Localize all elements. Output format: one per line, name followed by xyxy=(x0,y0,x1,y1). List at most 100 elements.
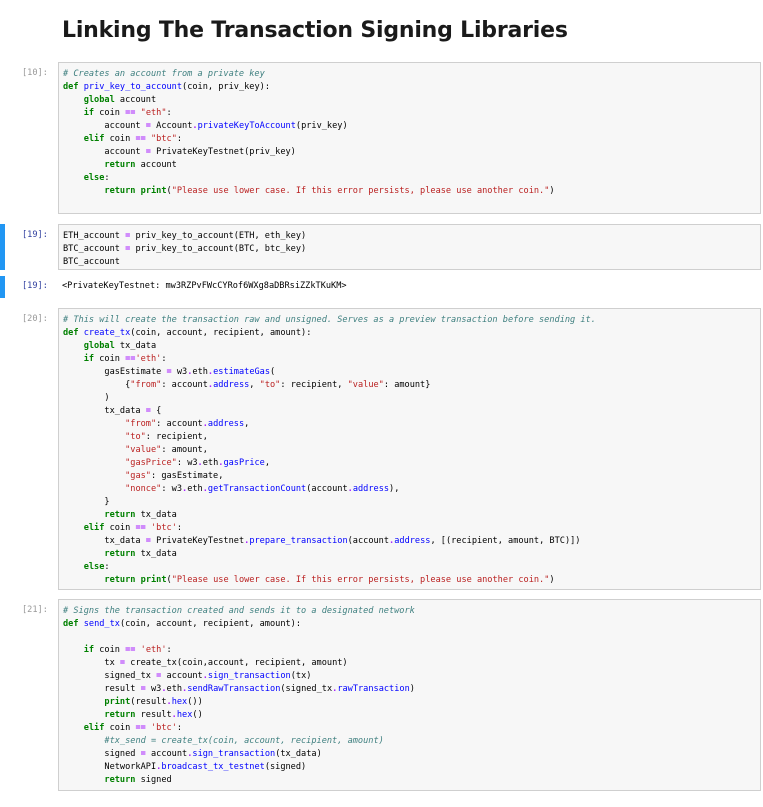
code-token: , [(recipient, amount, BTC)]) xyxy=(430,536,581,546)
code-token: return xyxy=(104,510,136,520)
code-line: return result.hex() xyxy=(63,709,760,722)
code-token: send_tx xyxy=(83,619,120,629)
code-token: (account xyxy=(306,484,348,494)
code-editor[interactable]: # Signs the transaction created and send… xyxy=(58,599,761,791)
code-editor[interactable]: # Creates an account from a private key d… xyxy=(58,62,761,214)
code-token: w3 xyxy=(145,684,162,694)
selected-cell-marker xyxy=(0,224,5,270)
code-token: account xyxy=(114,95,157,105)
code-token: == xyxy=(125,645,136,655)
code-line: return print("Please use lower case. If … xyxy=(63,185,760,198)
code-token: def xyxy=(63,619,79,629)
code-token: : xyxy=(104,173,110,183)
code-line: signed = account.sign_transaction(tx_dat… xyxy=(63,748,760,761)
code-token: ) xyxy=(63,393,110,403)
code-line: ETH_account = priv_key_to_account(ETH, e… xyxy=(63,230,760,243)
code-token: : recipient, xyxy=(280,380,348,390)
code-token: , xyxy=(244,419,250,429)
code-text[interactable]: # This will create the transaction raw a… xyxy=(59,309,760,587)
code-token: eth xyxy=(187,484,203,494)
code-token: "nonce" xyxy=(125,484,162,494)
code-token: == xyxy=(125,354,136,364)
code-token: 'btc' xyxy=(151,723,177,733)
code-token: create_tx(coin,account, recipient, amoun… xyxy=(125,658,348,668)
code-cell-create-tx[interactable]: [20]: # This will create the transaction… xyxy=(0,308,763,590)
code-token: 'eth' xyxy=(135,354,162,364)
code-token: () xyxy=(192,710,203,720)
code-token: (result xyxy=(130,697,167,707)
code-token: ( xyxy=(270,367,276,377)
code-token: if xyxy=(83,108,95,118)
code-text[interactable]: ETH_account = priv_key_to_account(ETH, e… xyxy=(59,225,760,269)
code-token: return xyxy=(104,575,136,585)
code-token: "from" xyxy=(130,380,162,390)
code-token: print xyxy=(140,575,167,585)
code-line: # This will create the transaction raw a… xyxy=(63,314,760,327)
code-token: privateKeyToAccount xyxy=(197,121,296,131)
code-token: (tx_data) xyxy=(275,749,322,759)
code-line: gasEstimate = w3.eth.estimateGas( xyxy=(63,366,760,379)
code-token: def xyxy=(63,82,79,92)
code-token: "btc" xyxy=(151,134,177,144)
code-token: account xyxy=(161,671,203,681)
code-line: return tx_data xyxy=(63,548,760,561)
code-token: if xyxy=(83,645,95,655)
code-token: result xyxy=(63,684,141,694)
code-line: global tx_data xyxy=(63,340,760,353)
code-line: "to": recipient, xyxy=(63,431,760,444)
code-line: global account xyxy=(63,94,760,107)
code-token: broadcast_tx_testnet xyxy=(161,762,265,772)
code-token: : xyxy=(176,134,183,144)
code-token: return xyxy=(104,186,136,196)
code-token: (account xyxy=(347,536,390,546)
code-token: #tx_send = create_tx(coin, account, reci… xyxy=(104,736,384,746)
code-token: address xyxy=(394,536,431,546)
output-text: <PrivateKeyTestnet: mw3RZPvFWcCYRof6WXg8… xyxy=(62,281,347,291)
code-token: account xyxy=(135,160,177,170)
code-token: rawTransaction xyxy=(337,684,410,694)
code-token: global xyxy=(83,95,115,105)
code-token: : xyxy=(161,354,167,364)
code-token: , xyxy=(249,380,260,390)
code-line: def create_tx(coin, account, recipient, … xyxy=(63,327,760,340)
code-token: "eth" xyxy=(140,108,167,118)
code-line: {"from": account.address, "to": recipien… xyxy=(63,379,760,392)
code-token: signed xyxy=(135,775,172,785)
code-token: coin xyxy=(94,645,126,655)
code-token: "to" xyxy=(259,380,281,390)
code-editor[interactable]: # This will create the transaction raw a… xyxy=(58,308,761,590)
code-line: def send_tx(coin, account, recipient, am… xyxy=(63,618,760,631)
code-line: "value": amount, xyxy=(63,444,760,457)
code-line: elif coin == "btc": xyxy=(63,133,760,146)
code-token: ) xyxy=(549,575,555,585)
code-token: (signed_tx xyxy=(280,684,333,694)
code-cell-priv-key[interactable]: [10]: # Creates an account from a privat… xyxy=(0,62,763,214)
code-text[interactable]: # Creates an account from a private key d… xyxy=(59,63,760,211)
code-line: print(result.hex()) xyxy=(63,696,760,709)
code-line: ) xyxy=(63,392,760,405)
code-cell-send-tx[interactable]: [21]: # Signs the transaction created an… xyxy=(0,599,763,791)
code-token: : account xyxy=(156,419,203,429)
code-editor[interactable]: ETH_account = priv_key_to_account(ETH, e… xyxy=(58,224,761,270)
code-token: eth xyxy=(202,458,219,468)
code-token: print xyxy=(140,186,167,196)
code-cell-accounts[interactable]: [19]: ETH_account = priv_key_to_account(… xyxy=(0,224,763,270)
code-line: #tx_send = create_tx(coin, account, reci… xyxy=(63,735,760,748)
code-token: coin xyxy=(94,354,126,364)
code-token: coin xyxy=(104,523,136,533)
code-text[interactable]: # Signs the transaction created and send… xyxy=(59,600,760,787)
code-line: tx_data = PrivateKeyTestnet.prepare_tran… xyxy=(63,535,760,548)
code-token: "gasPrice" xyxy=(125,458,177,468)
code-token: sendRawTransaction xyxy=(187,684,281,694)
